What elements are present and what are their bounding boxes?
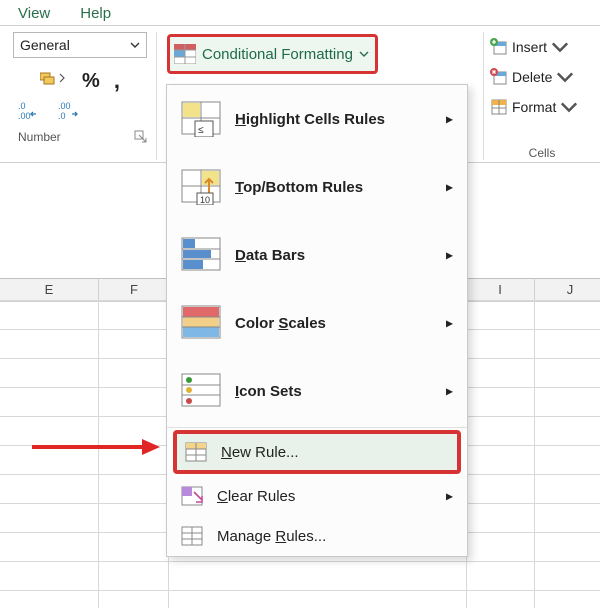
menu-label: Clear Rules [217, 488, 295, 505]
menu-color-scales[interactable]: Color Scales ▸ [167, 289, 467, 357]
svg-text:.00: .00 [58, 101, 71, 111]
number-format-select[interactable]: General [13, 32, 147, 58]
group-label-number: Number [18, 130, 61, 147]
group-cells: Insert Delete Format Cells [483, 32, 594, 160]
chevron-down-icon [560, 98, 578, 116]
conditional-formatting-icon [174, 44, 196, 64]
submenu-arrow-icon: ▸ [446, 488, 453, 505]
conditional-formatting-menu: ≤ Highlight Cells Rules ▸ 10 Top/Bottom … [166, 84, 468, 557]
menu-new-rule[interactable]: New Rule... [177, 434, 457, 470]
menu-separator [167, 427, 467, 428]
highlight-cells-icon: ≤ [181, 101, 221, 137]
menu-manage-rules[interactable]: Manage Rules... [167, 516, 467, 556]
chevron-down-icon [130, 40, 140, 50]
menu-icon-sets[interactable]: Icon Sets ▸ [167, 357, 467, 425]
icon-sets-icon [181, 373, 221, 409]
insert-label: Insert [512, 39, 547, 55]
manage-rules-icon [181, 526, 203, 546]
delete-label: Delete [512, 69, 552, 85]
format-cells-icon [490, 98, 508, 116]
svg-text:≤: ≤ [198, 125, 204, 136]
submenu-arrow-icon: ▸ [446, 111, 453, 128]
delete-button[interactable]: Delete [484, 62, 594, 92]
conditional-formatting-label: Conditional Formatting [202, 46, 353, 63]
menu-label: Highlight Cells Rules [235, 111, 385, 128]
increase-decimal-button[interactable]: .0 .00 [18, 100, 44, 123]
menu-clear-rules[interactable]: Clear Rules ▸ [167, 476, 467, 516]
col-header-f[interactable]: F [98, 278, 170, 302]
col-header-j[interactable]: J [534, 278, 600, 302]
menu-top-bottom-rules[interactable]: 10 Top/Bottom Rules ▸ [167, 153, 467, 221]
format-label: Format [512, 99, 556, 115]
menu-label: New Rule... [221, 444, 299, 461]
new-rule-icon [185, 442, 207, 462]
number-format-value: General [20, 37, 70, 53]
svg-text:10: 10 [200, 195, 210, 205]
chevron-down-icon [556, 68, 574, 86]
menu-label: Data Bars [235, 247, 305, 264]
percent-button[interactable]: % [82, 70, 100, 93]
accounting-format-button[interactable] [40, 69, 68, 94]
svg-text:.00: .00 [18, 111, 31, 120]
data-bars-icon [181, 237, 221, 273]
insert-button[interactable]: Insert [484, 32, 594, 62]
comma-button[interactable]: , [114, 68, 120, 94]
insert-cells-icon [490, 38, 508, 56]
submenu-arrow-icon: ▸ [446, 383, 453, 400]
menu-highlight-cells-rules[interactable]: ≤ Highlight Cells Rules ▸ [167, 85, 467, 153]
svg-text:.0: .0 [58, 111, 66, 120]
decrease-decimal-button[interactable]: .00 .0 [58, 100, 84, 123]
col-header-i[interactable]: I [464, 278, 536, 302]
color-scales-icon [181, 305, 221, 341]
menu-label: Icon Sets [235, 383, 302, 400]
group-number: General % , .0 .00 [4, 32, 157, 160]
conditional-formatting-button[interactable]: Conditional Formatting [167, 34, 378, 74]
top-bottom-icon: 10 [181, 169, 221, 205]
menu-data-bars[interactable]: Data Bars ▸ [167, 221, 467, 289]
svg-text:.0: .0 [18, 101, 26, 111]
format-button[interactable]: Format [484, 92, 594, 122]
annotation-arrow-icon [32, 437, 162, 457]
col-header-e[interactable]: E [0, 278, 99, 302]
menu-label: Top/Bottom Rules [235, 179, 363, 196]
delete-cells-icon [490, 68, 508, 86]
chevron-down-icon [551, 38, 569, 56]
clear-rules-icon [181, 486, 203, 506]
chevron-down-icon [359, 49, 369, 59]
group-label-cells: Cells [529, 146, 556, 160]
dialog-launcher-number[interactable] [134, 130, 148, 147]
highlight-new-rule: New Rule... [173, 430, 461, 474]
menu-label: Manage Rules... [217, 528, 326, 545]
submenu-arrow-icon: ▸ [446, 247, 453, 264]
submenu-arrow-icon: ▸ [446, 179, 453, 196]
submenu-arrow-icon: ▸ [446, 315, 453, 332]
menu-label: Color Scales [235, 315, 326, 332]
